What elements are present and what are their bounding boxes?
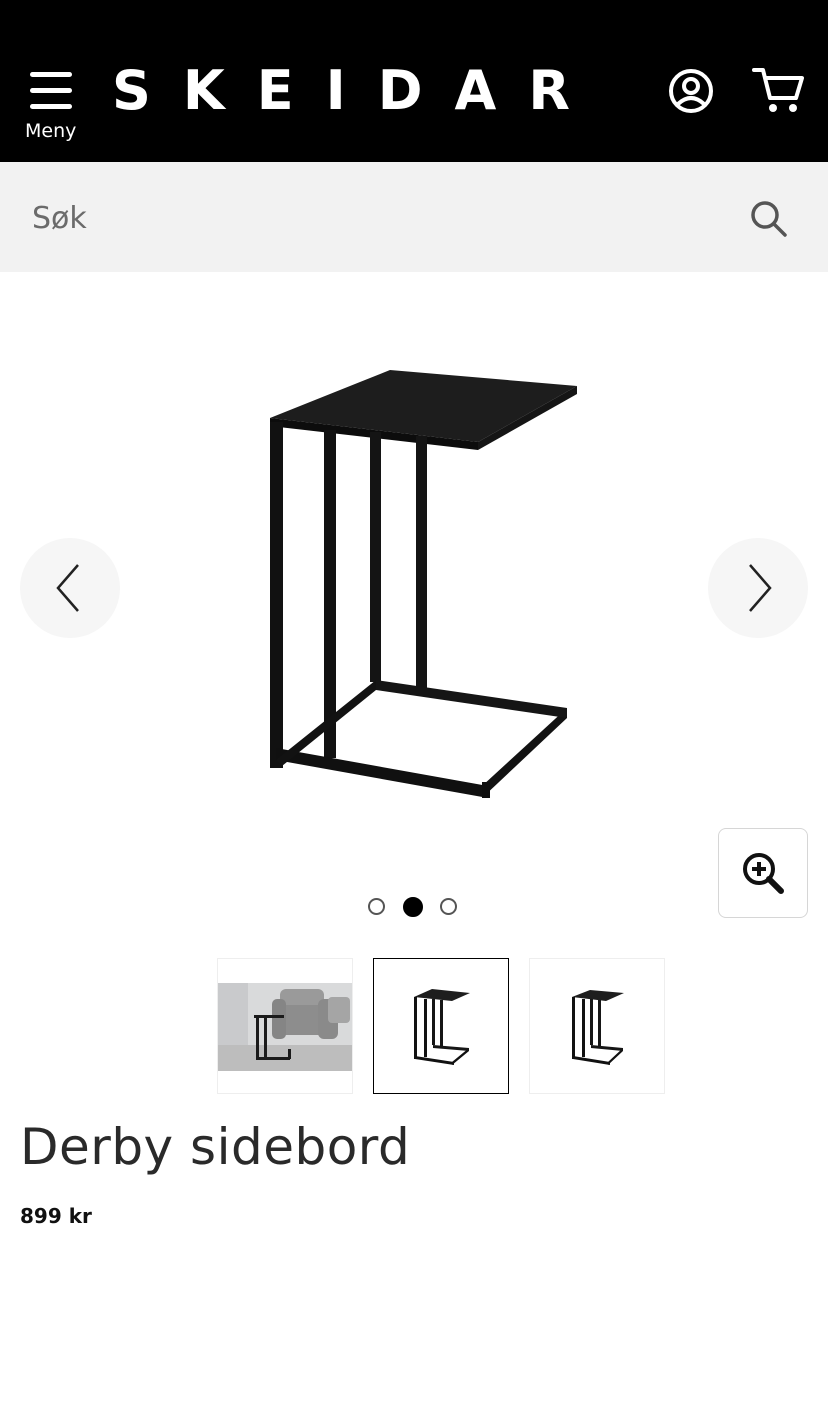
- cart-icon: [752, 68, 804, 112]
- chevron-right-icon: [749, 564, 772, 612]
- product-price: 899 kr: [20, 1204, 92, 1228]
- account-button[interactable]: [666, 66, 716, 116]
- carousel-dot-active[interactable]: [403, 897, 423, 917]
- product-image-carousel: [0, 272, 828, 942]
- thumbnail-2[interactable]: [373, 958, 509, 1094]
- previous-image-button[interactable]: [20, 538, 120, 638]
- cart-button[interactable]: [752, 66, 808, 116]
- thumbnail-3[interactable]: [529, 958, 665, 1094]
- search-icon[interactable]: [748, 198, 790, 240]
- chevron-left-icon: [56, 564, 79, 612]
- site-header: Meny SKEIDAR: [0, 0, 828, 162]
- carousel-indicators: [366, 897, 466, 920]
- carousel-dot[interactable]: [440, 898, 457, 915]
- brand-logo[interactable]: SKEIDAR: [112, 56, 602, 126]
- thumbnail-1[interactable]: [217, 958, 353, 1094]
- search-input[interactable]: [18, 182, 734, 254]
- search-bar: [0, 162, 828, 272]
- thumbnail-strip: [0, 958, 828, 1094]
- next-image-button[interactable]: [708, 538, 808, 638]
- zoom-in-icon: [743, 853, 784, 894]
- account-icon: [669, 69, 713, 113]
- product-title: Derby sidebord: [20, 1118, 411, 1176]
- hamburger-menu-icon: [30, 72, 74, 110]
- product-image[interactable]: [220, 362, 620, 822]
- menu-label: Meny: [25, 120, 77, 142]
- menu-button[interactable]: Meny: [20, 66, 84, 146]
- zoom-button[interactable]: [718, 828, 808, 918]
- carousel-dot[interactable]: [368, 898, 385, 915]
